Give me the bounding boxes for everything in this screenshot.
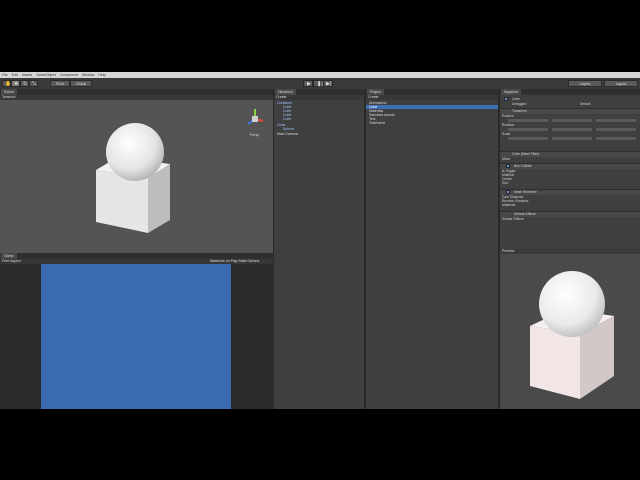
scale-label: Scale (502, 132, 511, 136)
shader-label: Shader Diffuse (502, 217, 524, 221)
scale-x-field[interactable] (508, 137, 548, 140)
project-item-selected[interactable]: Cube (366, 105, 498, 109)
scene-gizmo[interactable] (243, 107, 267, 133)
tag-dropdown[interactable]: Untagged (512, 102, 542, 106)
project-create-button[interactable]: Create (368, 95, 388, 100)
hierarchy-item[interactable]: Cube (283, 117, 291, 121)
scale-z-field[interactable] (596, 137, 636, 140)
pivot-label: Pivot (56, 82, 64, 86)
component-title: Transform (512, 109, 527, 113)
project-controlbar: Create (366, 95, 498, 100)
play-button[interactable]: ▶ (303, 80, 313, 87)
layer-dropdown[interactable]: Default (580, 102, 610, 106)
play-icon: ▶ (307, 81, 311, 87)
position-z-field[interactable] (596, 119, 636, 122)
component-title: Box Collider (514, 164, 532, 168)
hierarchy-panel: Hierarchy Create Container Cube Cube Cub… (274, 89, 364, 409)
layers-dropdown[interactable]: Layers (568, 80, 602, 87)
gizmo-persp-label: Persp (250, 133, 260, 137)
rotate-icon: ↻ (23, 81, 28, 87)
step-icon: ▶| (326, 81, 332, 87)
unity-editor-window: File Edit Assets GameObject Component Wi… (0, 72, 640, 409)
hierarchy-item[interactable]: Main Camera (277, 132, 298, 136)
move-tool-button[interactable]: ✥ (11, 80, 20, 87)
component-title: Default-Diffuse (514, 212, 536, 216)
inspector-panel: Inspector Cube Untagged Default Transfor… (500, 89, 640, 249)
rotation-y-field[interactable] (552, 128, 592, 131)
preview-viewport[interactable] (500, 254, 640, 409)
scene-panel: Scene Textured Persp (0, 89, 273, 253)
global-toggle[interactable]: Global (70, 80, 92, 87)
project-panel: Project Create Animations Cube Materials… (366, 89, 498, 409)
rotation-label: Rotation (502, 123, 515, 127)
hand-tool-button[interactable]: ✋ (2, 80, 11, 87)
scene-viewport[interactable] (0, 100, 273, 253)
inspector-tabbar: Inspector (500, 89, 640, 95)
position-label: Position (502, 114, 514, 118)
main-toolbar: ✋ ✥ ↻ ⤡ Pivot Global ▶ ❚❚ ▶| Layers Layo… (0, 78, 640, 89)
game-panel: Game Free Aspect Maximize on Play Stats … (0, 253, 273, 409)
global-label: Global (75, 82, 87, 86)
hierarchy-create-button[interactable]: Create (276, 95, 296, 100)
scale-icon: ⤡ (32, 81, 37, 87)
box-collider-checkbox[interactable] (506, 164, 510, 168)
pause-button[interactable]: ❚❚ (313, 80, 325, 87)
mesh-renderer-checkbox[interactable] (506, 190, 510, 194)
hierarchy-controlbar: Create (274, 95, 364, 100)
object-name-field[interactable]: Cube (512, 97, 638, 101)
scale-tool-button[interactable]: ⤡ (29, 80, 38, 87)
hierarchy-item[interactable]: Sphere (283, 127, 294, 131)
divider[interactable] (364, 89, 366, 409)
divider[interactable] (498, 89, 500, 409)
position-x-field[interactable] (508, 119, 548, 122)
preview-sphere (539, 271, 605, 337)
sphere-object (106, 123, 164, 181)
object-active-checkbox[interactable] (504, 97, 508, 101)
layout-dropdown[interactable]: Layout (604, 80, 638, 87)
rotation-z-field[interactable] (596, 128, 636, 131)
project-item[interactable]: TestScene (369, 121, 385, 125)
pivot-toggle[interactable]: Pivot (50, 80, 70, 87)
divider[interactable] (273, 89, 274, 409)
step-button[interactable]: ▶| (323, 80, 333, 87)
layout-label: Layout (615, 82, 627, 86)
move-icon: ✥ (14, 81, 19, 87)
scale-y-field[interactable] (552, 137, 592, 140)
component-title: Cube (Mesh Filter) (512, 152, 540, 156)
component-title: Mesh Renderer (514, 190, 537, 194)
mesh-label: Mesh (502, 157, 511, 161)
rotation-x-field[interactable] (508, 128, 548, 131)
position-y-field[interactable] (552, 119, 592, 122)
size-label: Size (502, 181, 509, 185)
aspect-dropdown[interactable]: Free Aspect (2, 259, 32, 264)
tab-inspector[interactable]: Inspector (501, 89, 522, 95)
game-render-area (41, 264, 231, 409)
materials-label: Materials (502, 203, 516, 207)
rotate-tool-button[interactable]: ↻ (20, 80, 29, 87)
layers-label: Layers (579, 82, 591, 86)
preview-panel: Preview (500, 249, 640, 409)
